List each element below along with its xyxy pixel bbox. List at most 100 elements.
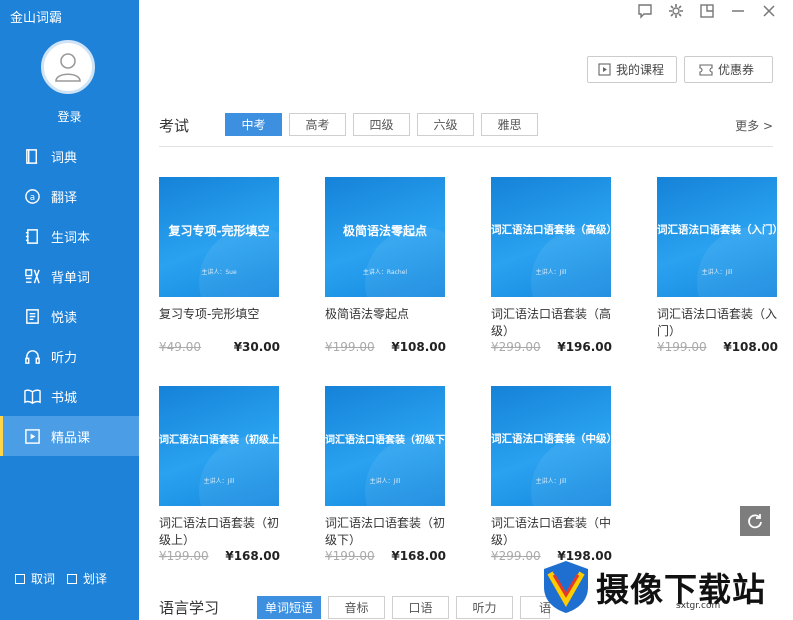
- exam-section-header: 考试 中考 高考 四级 六级 雅思 更多 >: [159, 111, 773, 147]
- course-card[interactable]: 复习专项-完形填空 主讲人：Sue 复习专项-完形填空 ¥49.00 ¥30.0…: [159, 177, 289, 354]
- tab-cet6[interactable]: 六级: [417, 113, 474, 136]
- original-price: ¥299.00: [491, 340, 541, 354]
- minimize-window-icon[interactable]: [699, 3, 715, 19]
- sale-price: ¥168.00: [391, 549, 446, 563]
- course-name[interactable]: 词汇语法口语套装（高级）: [491, 306, 613, 340]
- course-card[interactable]: 词汇语法口语套装（入门） 主讲人：Jill 词汇语法口语套装（入门） ¥199.…: [657, 177, 787, 354]
- thumbnail-decoration: [531, 227, 611, 297]
- course-thumbnail[interactable]: 词汇语法口语套装（高级） 主讲人：Jill: [491, 177, 611, 297]
- more-link[interactable]: 更多 >: [735, 117, 773, 134]
- select-translate-toggle[interactable]: 划译: [67, 570, 107, 587]
- thumbnail-subtitle: 主讲人：Sue: [201, 269, 237, 276]
- user-icon: [55, 53, 81, 82]
- sidebar-item-recite[interactable]: 背单词: [0, 256, 139, 296]
- close-icon[interactable]: [761, 3, 777, 19]
- sale-price: ¥196.00: [557, 340, 612, 354]
- sidebar-item-listening[interactable]: 听力: [0, 336, 139, 376]
- course-prices: ¥199.00 ¥168.00: [325, 549, 446, 563]
- original-price: ¥199.00: [325, 340, 375, 354]
- app-title: 金山词霸: [10, 11, 63, 26]
- course-card[interactable]: 词汇语法口语套装（中级） 主讲人：Jill 词汇语法口语套装（中级） ¥299.…: [491, 386, 621, 563]
- course-thumbnail[interactable]: 极简语法零起点 主讲人：Rachel: [325, 177, 445, 297]
- original-price: ¥199.00: [325, 549, 375, 563]
- thumbnail-decoration: [697, 227, 777, 297]
- refresh-button[interactable]: [740, 506, 770, 536]
- tab-ielts[interactable]: 雅思: [481, 113, 538, 136]
- option-label: 取词: [31, 572, 56, 586]
- thumbnail-title: 词汇语法口语套装（中级）: [491, 433, 611, 445]
- course-card[interactable]: 词汇语法口语套装（高级） 主讲人：Jill 词汇语法口语套装（高级） ¥299.…: [491, 177, 621, 354]
- sidebar-item-label: 听力: [51, 350, 78, 366]
- sale-price: ¥108.00: [723, 340, 778, 354]
- sidebar-item-label: 精品课: [51, 430, 91, 446]
- thumbnail-title: 词汇语法口语套装（初级下）: [325, 435, 445, 446]
- login-link[interactable]: 登录: [0, 108, 139, 125]
- tab-phonetics[interactable]: 音标: [328, 596, 385, 619]
- tab-cet4[interactable]: 四级: [353, 113, 410, 136]
- course-name[interactable]: 词汇语法口语套装（中级）: [491, 515, 613, 549]
- option-label: 划译: [83, 572, 108, 586]
- tab-vocabulary[interactable]: 单词短语: [257, 596, 321, 619]
- course-prices: ¥199.00 ¥108.00: [325, 340, 446, 354]
- course-card[interactable]: 词汇语法口语套装（初级下） 主讲人：Jill 词汇语法口语套装（初级下） ¥19…: [325, 386, 455, 563]
- course-name[interactable]: 极简语法零起点: [325, 306, 447, 340]
- course-thumbnail[interactable]: 词汇语法口语套装（初级下） 主讲人：Jill: [325, 386, 445, 506]
- recite-icon: [25, 268, 40, 283]
- course-thumbnail[interactable]: 词汇语法口语套装（初级上） 主讲人：Jill: [159, 386, 279, 506]
- course-prices: ¥199.00 ¥168.00: [159, 549, 280, 563]
- sidebar-item-courses[interactable]: 精品课: [0, 416, 139, 456]
- coupons-label: 优惠券: [718, 63, 755, 77]
- course-card[interactable]: 极简语法零起点 主讲人：Rachel 极简语法零起点 ¥199.00 ¥108.…: [325, 177, 455, 354]
- checkbox[interactable]: [67, 573, 78, 584]
- course-card[interactable]: 词汇语法口语套装（初级上） 主讲人：Jill 词汇语法口语套装（初级上） ¥19…: [159, 386, 289, 563]
- course-name[interactable]: 复习专项-完形填空: [159, 306, 281, 340]
- sale-price: ¥30.00: [233, 340, 280, 354]
- watermark-url: sxtgr.com: [676, 601, 721, 611]
- course-name[interactable]: 词汇语法口语套装（初级上）: [159, 515, 281, 549]
- reading-icon: [26, 308, 39, 324]
- open-book-icon: [24, 389, 41, 404]
- thumbnail-decoration: [199, 436, 279, 506]
- thumbnail-title: 词汇语法口语套装（高级）: [491, 224, 611, 236]
- notebook-icon: [25, 228, 38, 244]
- checkbox[interactable]: [15, 573, 25, 584]
- sidebar-item-label: 书城: [51, 390, 78, 406]
- feedback-icon[interactable]: [637, 3, 653, 19]
- capture-word-toggle[interactable]: 取词: [15, 570, 55, 587]
- sidebar-options: 取词 划译: [15, 570, 119, 587]
- original-price: ¥199.00: [657, 340, 707, 354]
- thumbnail-subtitle: 主讲人：Jill: [369, 478, 401, 485]
- course-thumbnail[interactable]: 复习专项-完形填空 主讲人：Sue: [159, 177, 279, 297]
- sidebar: 金山词霸 登录 词典 a 翻译 生词本 背单词 悦读 听力 书城 精品课 取词 …: [0, 0, 139, 620]
- original-price: ¥49.00: [159, 340, 201, 354]
- tab-gaokao[interactable]: 高考: [289, 113, 346, 136]
- sidebar-nav: 词典 a 翻译 生词本 背单词 悦读 听力 书城 精品课: [0, 136, 139, 456]
- course-thumbnail[interactable]: 词汇语法口语套装（中级） 主讲人：Jill: [491, 386, 611, 506]
- original-price: ¥199.00: [159, 549, 209, 563]
- section-title: 考试: [159, 117, 190, 135]
- course-name[interactable]: 词汇语法口语套装（入门）: [657, 306, 779, 340]
- minimize-icon[interactable]: [730, 3, 746, 19]
- refresh-icon: [748, 514, 762, 529]
- thumbnail-decoration: [365, 436, 445, 506]
- tab-zhongkao[interactable]: 中考: [225, 113, 282, 136]
- thumbnail-subtitle: 主讲人：Jill: [535, 269, 567, 276]
- thumbnail-subtitle: 主讲人：Jill: [203, 478, 235, 485]
- course-name[interactable]: 词汇语法口语套装（初级下）: [325, 515, 447, 549]
- coupons-button[interactable]: 优惠券: [684, 56, 773, 83]
- sidebar-item-reading[interactable]: 悦读: [0, 296, 139, 336]
- sidebar-item-wordbook[interactable]: 生词本: [0, 216, 139, 256]
- course-prices: ¥199.00 ¥108.00: [657, 340, 778, 354]
- tab-speaking[interactable]: 口语: [392, 596, 449, 619]
- sidebar-item-bookstore[interactable]: 书城: [0, 376, 139, 416]
- avatar[interactable]: [41, 40, 95, 94]
- course-prices: ¥49.00 ¥30.00: [159, 340, 280, 354]
- sidebar-item-translate[interactable]: a 翻译: [0, 176, 139, 216]
- play-icon: [25, 428, 40, 444]
- my-courses-button[interactable]: 我的课程: [587, 56, 677, 83]
- thumbnail-title: 词汇语法口语套装（入门）: [657, 224, 777, 236]
- gear-icon[interactable]: [668, 3, 684, 19]
- sidebar-item-dictionary[interactable]: 词典: [0, 136, 139, 176]
- tab-listening[interactable]: 听力: [456, 596, 513, 619]
- course-thumbnail[interactable]: 词汇语法口语套装（入门） 主讲人：Jill: [657, 177, 777, 297]
